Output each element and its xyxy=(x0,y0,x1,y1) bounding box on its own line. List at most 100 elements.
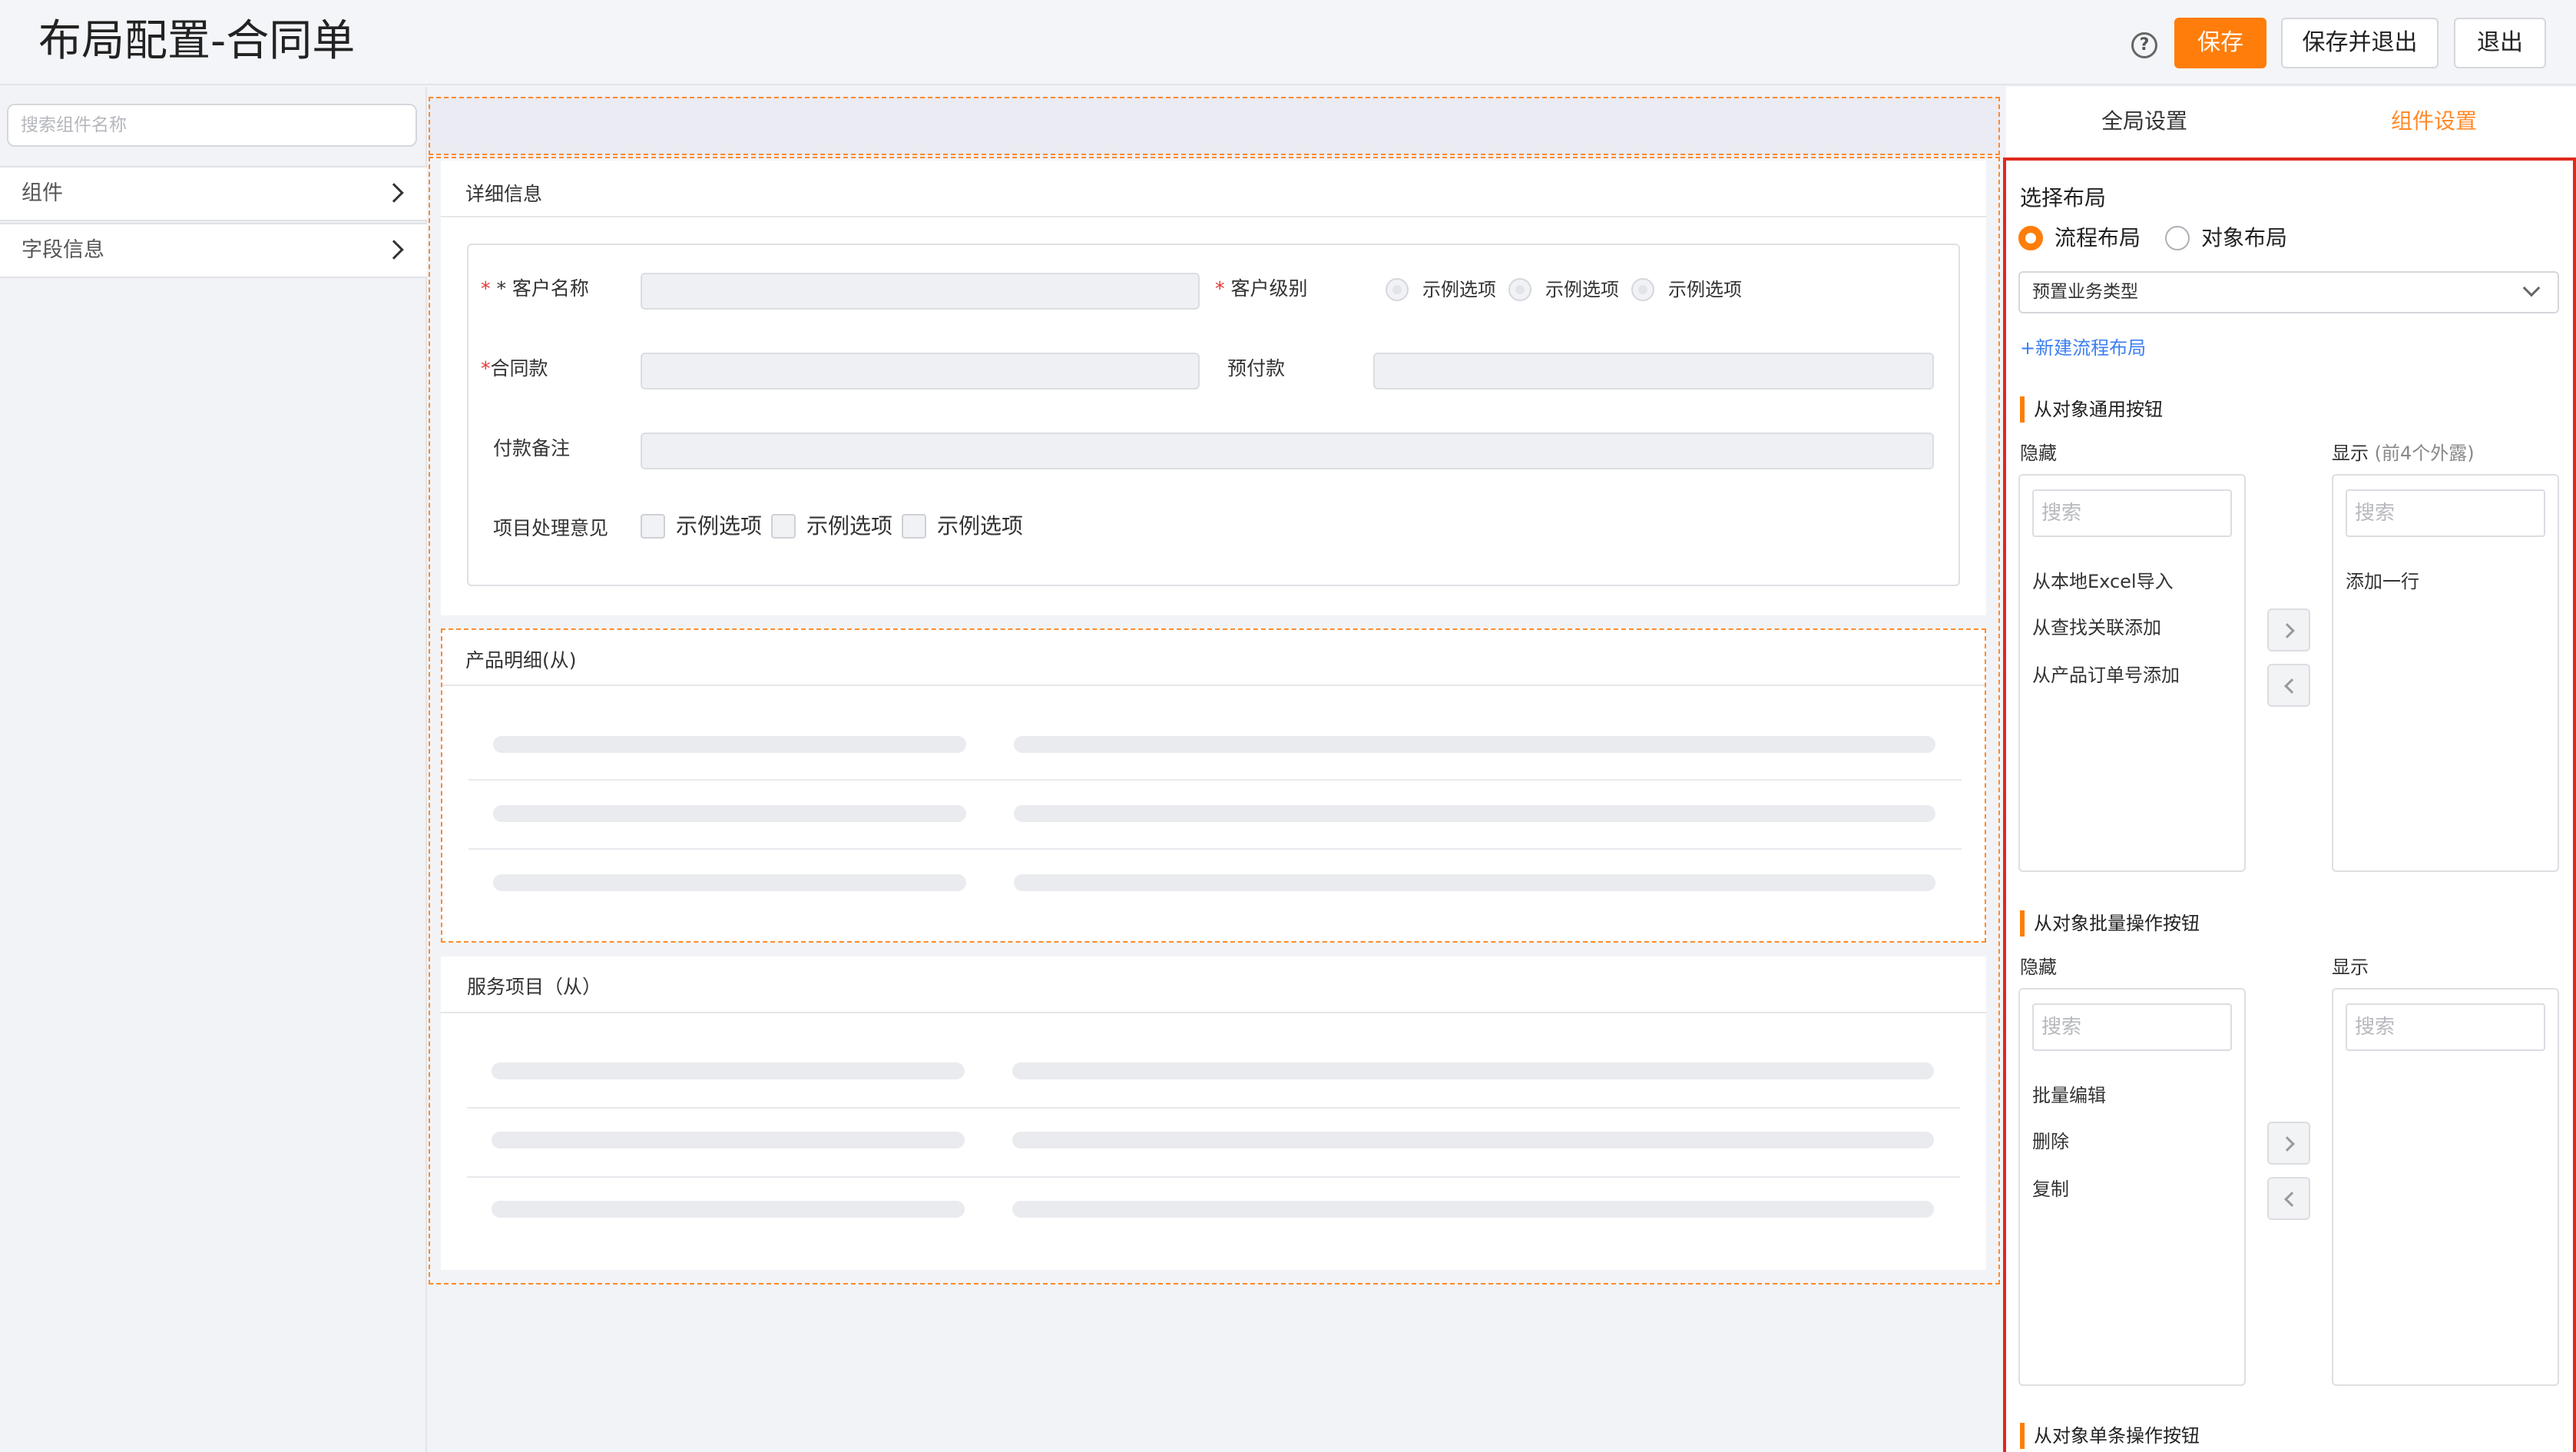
contract-label: *合同款 xyxy=(481,357,548,380)
left-item-components[interactable]: 组件 xyxy=(0,166,427,221)
drop-zone[interactable] xyxy=(429,97,2000,155)
section-title: 详细信息 xyxy=(465,183,543,205)
customer-name-label: * * 客户名称 xyxy=(481,277,589,300)
level-option-label: 示例选项 xyxy=(1422,279,1496,300)
placeholder-bar xyxy=(1012,1201,1934,1218)
payment-remark-label: 付款备注 xyxy=(493,437,571,459)
component-panel: 搜索组件名称 组件 字段信息 xyxy=(0,87,427,1452)
placeholder-bar xyxy=(1014,805,1935,822)
hidden-column-label: 隐藏 xyxy=(2020,956,2057,978)
level-radio-2[interactable] xyxy=(1508,278,1531,301)
chevron-left-icon xyxy=(2284,1192,2300,1207)
hidden-search-input[interactable]: 搜索 xyxy=(2032,489,2232,537)
prepay-input[interactable] xyxy=(1373,353,1934,390)
row-divider xyxy=(469,779,1962,781)
shown-search-input[interactable]: 搜索 xyxy=(2346,1003,2545,1051)
shown-column-label: 显示 xyxy=(2332,956,2369,978)
chevron-right-icon xyxy=(384,240,404,260)
move-right-button[interactable] xyxy=(2267,1122,2310,1165)
exit-button[interactable]: 退出 xyxy=(2454,18,2546,68)
payment-remark-input[interactable] xyxy=(641,433,1934,469)
hidden-list: 搜索 从本地Excel导入 从查找关联添加 从产品订单号添加 xyxy=(2018,474,2246,872)
opinion-checkbox-3[interactable] xyxy=(902,514,926,539)
group-title: 从对象通用按钮 xyxy=(2020,396,2163,423)
opinion-label: 项目处理意见 xyxy=(493,517,609,539)
list-item[interactable]: 从产品订单号添加 xyxy=(2032,660,2180,687)
top-header: 布局配置-合同单 ? 保存 保存并退出 退出 xyxy=(0,0,2576,85)
object-layout-label: 对象布局 xyxy=(2201,225,2288,250)
prepay-label: 预付款 xyxy=(1227,357,1286,380)
chevron-right-icon xyxy=(384,183,404,203)
move-right-button[interactable] xyxy=(2267,608,2310,651)
left-item-label: 字段信息 xyxy=(22,238,104,262)
divider xyxy=(441,1012,1986,1013)
section-title: 服务项目（从） xyxy=(467,976,602,998)
placeholder-bar xyxy=(492,1201,965,1218)
divider xyxy=(441,216,1986,217)
chevron-left-icon xyxy=(2284,678,2300,694)
chevron-right-icon xyxy=(2280,1136,2295,1152)
new-flow-layout-link[interactable]: +新建流程布局 xyxy=(2020,333,2146,360)
hidden-list: 搜索 批量编辑 删除 复制 xyxy=(2018,988,2246,1386)
save-button[interactable]: 保存 xyxy=(2174,18,2266,68)
hidden-column-label: 隐藏 xyxy=(2020,443,2057,464)
list-item[interactable]: 批量编辑 xyxy=(2032,1080,2106,1107)
help-icon[interactable]: ? xyxy=(2131,32,2157,58)
hidden-search-input[interactable]: 搜索 xyxy=(2032,1003,2232,1051)
row-divider xyxy=(467,1176,1960,1178)
service-items-section[interactable]: 服务项目（从） xyxy=(441,956,1986,1270)
placeholder-bar xyxy=(1012,1132,1934,1149)
row-divider xyxy=(467,1107,1960,1109)
left-item-label: 组件 xyxy=(22,181,63,205)
flow-layout-radio[interactable] xyxy=(2018,226,2043,250)
tab-global-settings[interactable]: 全局设置 xyxy=(2101,108,2187,135)
placeholder-bar xyxy=(493,874,966,891)
section-title: 产品明细(从) xyxy=(465,649,577,671)
opinion-option-label: 示例选项 xyxy=(937,513,1024,539)
contract-input[interactable] xyxy=(641,353,1200,390)
detail-section[interactable]: 详细信息 * * 客户名称 * 客户级别 示例选项 示例选项 示例选项 *合同款… xyxy=(441,161,1986,615)
opinion-checkbox-2[interactable] xyxy=(771,514,796,539)
move-left-button[interactable] xyxy=(2267,664,2310,707)
placeholder-bar xyxy=(1012,1062,1934,1079)
tab-component-settings[interactable]: 组件设置 xyxy=(2391,108,2477,135)
move-left-button[interactable] xyxy=(2267,1177,2310,1220)
component-search-input[interactable]: 搜索组件名称 xyxy=(7,104,417,147)
placeholder-bar xyxy=(1014,874,1935,891)
shown-list: 搜索 添加一行 xyxy=(2332,474,2559,872)
chevron-right-icon xyxy=(2280,623,2295,638)
row-divider xyxy=(469,848,1962,850)
placeholder-bar xyxy=(492,1132,965,1149)
level-radio-3[interactable] xyxy=(1631,278,1654,301)
level-radio-1[interactable] xyxy=(1386,278,1409,301)
product-detail-section[interactable]: 产品明细(从) xyxy=(441,628,1986,943)
choose-layout-heading: 选择布局 xyxy=(2020,185,2107,211)
save-and-exit-button[interactable]: 保存并退出 xyxy=(2281,18,2439,68)
shown-list: 搜索 xyxy=(2332,988,2559,1386)
selected-value: 预置业务类型 xyxy=(2032,282,2138,302)
placeholder-bar xyxy=(1014,736,1935,753)
divider xyxy=(442,685,1985,686)
shown-search-input[interactable]: 搜索 xyxy=(2346,489,2545,537)
business-type-select[interactable]: 预置业务类型 xyxy=(2018,271,2559,313)
list-item[interactable]: 从本地Excel导入 xyxy=(2032,566,2174,593)
placeholder-bar xyxy=(493,736,966,753)
list-item[interactable]: 从查找关联添加 xyxy=(2032,612,2161,639)
placeholder-bar xyxy=(492,1062,965,1079)
group-title: 从对象单条操作按钮 xyxy=(2020,1423,2200,1449)
customer-name-input[interactable] xyxy=(641,273,1200,310)
opinion-option-label: 示例选项 xyxy=(676,513,763,539)
list-item[interactable]: 添加一行 xyxy=(2346,566,2419,593)
opinion-option-label: 示例选项 xyxy=(806,513,893,539)
flow-layout-label: 流程布局 xyxy=(2055,225,2141,250)
group-title: 从对象批量操作按钮 xyxy=(2020,910,2200,937)
left-item-field-info[interactable]: 字段信息 xyxy=(0,223,427,278)
page-title: 布局配置-合同单 xyxy=(38,16,356,66)
shown-column-label: 显示 (前4个外露) xyxy=(2332,443,2475,464)
list-item[interactable]: 复制 xyxy=(2032,1174,2069,1201)
object-layout-radio[interactable] xyxy=(2165,226,2190,250)
list-item[interactable]: 删除 xyxy=(2032,1126,2069,1153)
opinion-checkbox-1[interactable] xyxy=(641,514,665,539)
level-option-label: 示例选项 xyxy=(1668,279,1742,300)
chevron-down-icon xyxy=(2522,279,2541,297)
